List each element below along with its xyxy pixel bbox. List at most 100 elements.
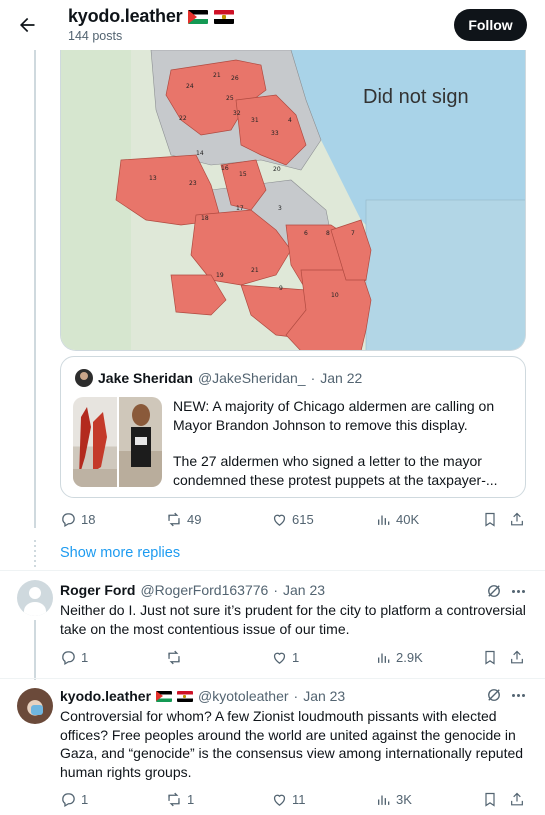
more-options-icon[interactable] bbox=[509, 686, 527, 704]
profile-name: kyodo.leather bbox=[68, 6, 183, 26]
bookmark-button[interactable] bbox=[482, 508, 498, 530]
views-button[interactable]: 2.9K bbox=[376, 646, 423, 668]
svg-text:31: 31 bbox=[251, 117, 259, 124]
avatar[interactable] bbox=[17, 580, 53, 616]
reply-date[interactable]: Jan 23 bbox=[283, 582, 325, 598]
svg-text:3: 3 bbox=[278, 205, 282, 212]
back-button[interactable] bbox=[14, 12, 40, 38]
repost-button[interactable]: 49 bbox=[165, 508, 201, 530]
svg-text:17: 17 bbox=[236, 205, 244, 212]
like-count: 11 bbox=[292, 791, 306, 807]
puppet-photo-2[interactable] bbox=[119, 397, 162, 487]
reply-action-bar: 1 1 2.9K bbox=[60, 646, 526, 668]
post-image-map[interactable]: 21 24 26 25 22 32 31 4 33 14 20 16 15 13 23 3 17 18 … bbox=[60, 50, 526, 351]
svg-text:20: 20 bbox=[273, 166, 281, 173]
reply-author-handle[interactable]: @RogerFord163776 bbox=[140, 582, 268, 598]
reply-icon bbox=[62, 512, 75, 527]
svg-text:15: 15 bbox=[239, 171, 247, 178]
like-button[interactable]: 1 bbox=[271, 646, 299, 668]
header-title-block: kyodo.leather 144 posts bbox=[68, 6, 235, 43]
svg-text:6: 6 bbox=[304, 230, 308, 237]
reply-button[interactable]: 1 bbox=[60, 646, 88, 668]
svg-text:22: 22 bbox=[179, 115, 187, 122]
reply-count: 1 bbox=[81, 649, 89, 665]
puppet-image bbox=[131, 404, 151, 467]
repost-icon bbox=[168, 650, 180, 664]
divider bbox=[0, 678, 545, 679]
quoted-author-name[interactable]: Jake Sheridan bbox=[98, 370, 193, 386]
bookmark-button[interactable] bbox=[482, 646, 498, 668]
view-count: 40K bbox=[396, 511, 420, 527]
views-button[interactable]: 3K bbox=[376, 788, 412, 810]
quoted-post[interactable]: Jake Sheridan @JakeSheridan_ · Jan 22 NE… bbox=[60, 356, 526, 498]
bookmark-icon bbox=[485, 512, 495, 527]
bookmark-button[interactable] bbox=[482, 788, 498, 810]
svg-text:24: 24 bbox=[186, 83, 194, 90]
follow-button[interactable]: Follow bbox=[454, 9, 527, 41]
heart-icon bbox=[273, 652, 286, 664]
thread-line bbox=[34, 50, 36, 528]
more-options-icon[interactable] bbox=[509, 582, 527, 600]
quoted-post-date[interactable]: Jan 22 bbox=[320, 370, 362, 386]
quoted-post-text: NEW: A majority of Chicago aldermen are … bbox=[173, 397, 513, 489]
view-count: 2.9K bbox=[396, 649, 423, 665]
reply-count: 1 bbox=[81, 791, 89, 807]
svg-text:33: 33 bbox=[271, 130, 279, 137]
svg-text:19: 19 bbox=[216, 272, 224, 279]
grok-icon[interactable] bbox=[485, 582, 503, 600]
svg-text:26: 26 bbox=[231, 75, 239, 82]
repost-button[interactable] bbox=[165, 646, 187, 668]
reply-author-handle[interactable]: @kyotoleather bbox=[198, 688, 288, 704]
repost-count: 1 bbox=[187, 791, 195, 807]
avatar[interactable] bbox=[75, 369, 93, 387]
reply-author-name[interactable]: Roger Ford bbox=[60, 582, 135, 598]
grok-icon[interactable] bbox=[485, 686, 503, 704]
reply-thread-line bbox=[34, 620, 36, 680]
quoted-post-images[interactable] bbox=[73, 397, 162, 487]
svg-text:25: 25 bbox=[226, 95, 234, 102]
repost-icon bbox=[168, 792, 180, 806]
bookmark-icon bbox=[485, 650, 495, 665]
reply-header: Roger Ford @RogerFord163776 · Jan 23 bbox=[60, 582, 325, 598]
avatar[interactable] bbox=[17, 688, 53, 724]
svg-text:16: 16 bbox=[221, 165, 229, 172]
views-chart-icon bbox=[378, 795, 390, 805]
reply-text: Neither do I. Just not sure it’s prudent… bbox=[60, 602, 526, 637]
reply-button[interactable]: 1 bbox=[60, 788, 88, 810]
egypt-flag-icon bbox=[214, 9, 235, 24]
quoted-post-header: Jake Sheridan @JakeSheridan_ · Jan 22 bbox=[75, 369, 362, 387]
share-button[interactable] bbox=[509, 646, 525, 668]
share-button[interactable] bbox=[509, 788, 525, 810]
svg-text:23: 23 bbox=[189, 180, 197, 187]
palestine-flag-icon bbox=[188, 9, 209, 24]
quoted-author-handle[interactable]: @JakeSheridan_ bbox=[198, 370, 306, 386]
reply-button[interactable]: 18 bbox=[60, 508, 95, 530]
reply-author-name[interactable]: kyodo.leather bbox=[60, 688, 151, 704]
puppet-photo-1[interactable] bbox=[73, 397, 117, 487]
views-button[interactable]: 40K bbox=[376, 508, 419, 530]
svg-text:32: 32 bbox=[233, 110, 241, 117]
share-icon bbox=[511, 650, 523, 663]
like-button[interactable]: 615 bbox=[271, 508, 314, 530]
repost-count: 49 bbox=[187, 511, 202, 527]
share-button[interactable] bbox=[509, 508, 525, 530]
show-more-replies-link[interactable]: Show more replies bbox=[60, 545, 180, 561]
post-action-bar: 18 49 615 40K bbox=[60, 508, 526, 530]
bookmark-icon bbox=[485, 792, 495, 807]
divider bbox=[0, 570, 545, 571]
reply-date[interactable]: Jan 23 bbox=[303, 688, 345, 704]
puppet-image bbox=[73, 407, 117, 487]
view-count: 3K bbox=[396, 791, 412, 807]
like-count: 1 bbox=[292, 649, 300, 665]
heart-icon bbox=[273, 794, 286, 806]
back-arrow-icon bbox=[20, 17, 35, 33]
repost-button[interactable]: 1 bbox=[165, 788, 194, 810]
like-count: 615 bbox=[292, 511, 314, 527]
like-button[interactable]: 11 bbox=[271, 788, 306, 810]
svg-text:8: 8 bbox=[326, 230, 330, 237]
repost-icon bbox=[168, 512, 180, 526]
post-count: 144 posts bbox=[68, 29, 123, 43]
egypt-flag-icon bbox=[177, 690, 194, 702]
separator: · bbox=[310, 370, 316, 386]
quoted-paragraph-1: NEW: A majority of Chicago aldermen are … bbox=[173, 398, 495, 433]
